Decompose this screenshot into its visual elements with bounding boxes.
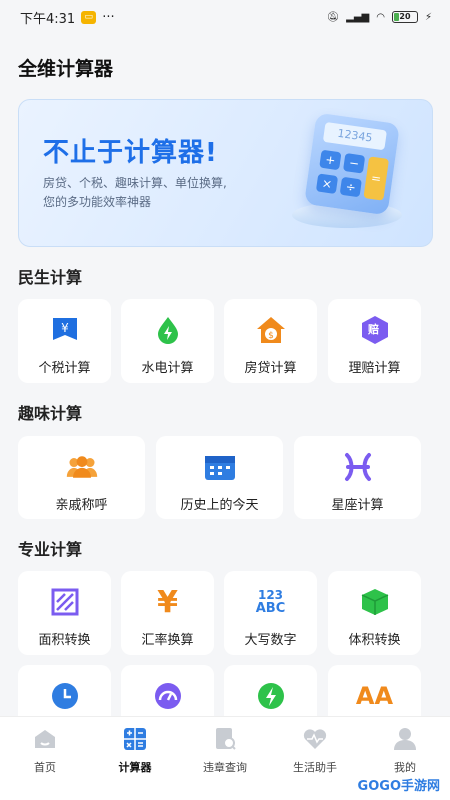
tax-icon: ¥ xyxy=(48,315,82,345)
banner-line-2: 您的多功能效率神器 xyxy=(43,195,152,209)
calculator-icon xyxy=(124,728,146,750)
equals-key-icon: = xyxy=(363,156,390,201)
card-label: 亲戚称呼 xyxy=(55,498,108,513)
battery-icon: 20 xyxy=(391,11,418,23)
number-icon: 123 ABC xyxy=(254,587,288,617)
card-exchange-rate[interactable]: ¥ 汇率换算 xyxy=(121,571,214,655)
page-title: 全维计算器 xyxy=(18,58,114,80)
pisces-icon xyxy=(341,452,375,482)
bolt-icon xyxy=(254,681,288,711)
svg-text:$: $ xyxy=(268,331,274,341)
cube-icon xyxy=(358,587,392,617)
calculator-screen: 12345 xyxy=(322,121,387,151)
mute-icon: 🔕︎ xyxy=(326,11,340,23)
card-label: 房贷计算 xyxy=(244,361,297,376)
card-label: 水电计算 xyxy=(141,361,194,376)
card-label: 汇率换算 xyxy=(141,633,194,648)
card-label: 体积转换 xyxy=(348,633,401,648)
banner-subtitle: 房贷、个税、趣味计算、单位换算, 您的多功能效率神器 xyxy=(43,174,293,212)
clock-icon xyxy=(48,681,82,711)
card-volume-convert[interactable]: 体积转换 xyxy=(328,571,421,655)
card-tax[interactable]: ¥ 个税计算 xyxy=(18,299,111,383)
card-claim[interactable]: 理赔计算 xyxy=(328,299,421,383)
number-glyph-bottom: ABC xyxy=(255,601,286,616)
card-label: 历史上的今天 xyxy=(180,498,259,513)
charging-icon: ⚡︎ xyxy=(424,11,432,23)
nav-violation[interactable]: 违章查询 xyxy=(180,717,270,800)
card-area-convert[interactable]: 面积转换 xyxy=(18,571,111,655)
house-loan-icon: $ xyxy=(254,315,288,345)
card-water-electric[interactable]: 水电计算 xyxy=(121,299,214,383)
nav-calculator[interactable]: 计算器 xyxy=(90,717,180,800)
section-title-fun: 趣味计算 xyxy=(18,404,83,423)
card-label: 星座计算 xyxy=(331,498,384,513)
section-title-livelihood: 民生计算 xyxy=(18,268,83,287)
people-icon xyxy=(65,452,99,482)
banner-headline: 不止于计算器! xyxy=(43,138,218,168)
divide-key-icon: ÷ xyxy=(339,176,362,198)
nav-label: 违章查询 xyxy=(203,761,247,774)
card-label: 大写数字 xyxy=(244,633,297,648)
banner-line-1: 房贷、个税、趣味计算、单位换算, xyxy=(43,176,227,190)
violation-icon xyxy=(216,728,236,750)
card-relatives[interactable]: 亲戚称呼 xyxy=(18,436,145,519)
yen-icon: ¥ xyxy=(157,584,178,620)
claim-badge-text: 赔 xyxy=(368,323,379,336)
card-label: 个税计算 xyxy=(38,361,91,376)
nav-label: 首页 xyxy=(34,761,56,774)
card-house-loan[interactable]: $ 房贷计算 xyxy=(224,299,317,383)
profile-icon xyxy=(394,728,416,750)
calendar-icon xyxy=(203,452,237,482)
status-time: 下午4:31 xyxy=(20,11,76,27)
nav-home[interactable]: 首页 xyxy=(0,717,90,800)
watermark-logo: GOGO手游网 xyxy=(357,779,440,794)
card-label: 面积转换 xyxy=(38,633,91,648)
minus-key-icon: − xyxy=(342,152,366,174)
card-uppercase-number[interactable]: 123 ABC 大写数字 xyxy=(224,571,317,655)
times-key-icon: × xyxy=(315,173,339,195)
nav-label: 生活助手 xyxy=(293,761,337,774)
calculator-illustration: 12345 + − = × ÷ xyxy=(304,112,400,216)
promo-banner[interactable]: 不止于计算器! 房贷、个税、趣味计算、单位换算, 您的多功能效率神器 12345… xyxy=(18,99,433,247)
wifi-icon: ◠ xyxy=(376,11,385,23)
area-icon xyxy=(48,587,82,617)
notification-icon: ▭ xyxy=(81,10,97,24)
heart-icon xyxy=(303,729,327,749)
signal-icon: ▂▄▆ xyxy=(346,11,370,23)
nav-label: 我的 xyxy=(394,761,416,774)
water-electric-icon xyxy=(151,315,185,345)
card-zodiac[interactable]: 星座计算 xyxy=(294,436,421,519)
font-size-icon: AA xyxy=(355,682,394,710)
nav-label: 计算器 xyxy=(118,761,152,774)
status-dots: ··· xyxy=(102,9,115,25)
nav-life-assistant[interactable]: 生活助手 xyxy=(270,717,360,800)
card-history-today[interactable]: 历史上的今天 xyxy=(156,436,283,519)
plus-key-icon: + xyxy=(319,149,342,171)
svg-text:¥: ¥ xyxy=(61,321,69,335)
status-bar: 下午4:31 ▭ ··· 🔕︎ ▂▄▆ ◠ 20 ⚡︎ xyxy=(0,0,450,34)
home-icon xyxy=(35,730,55,748)
card-label: 理赔计算 xyxy=(348,361,401,376)
section-title-professional: 专业计算 xyxy=(18,540,83,559)
gauge-icon xyxy=(151,681,185,711)
